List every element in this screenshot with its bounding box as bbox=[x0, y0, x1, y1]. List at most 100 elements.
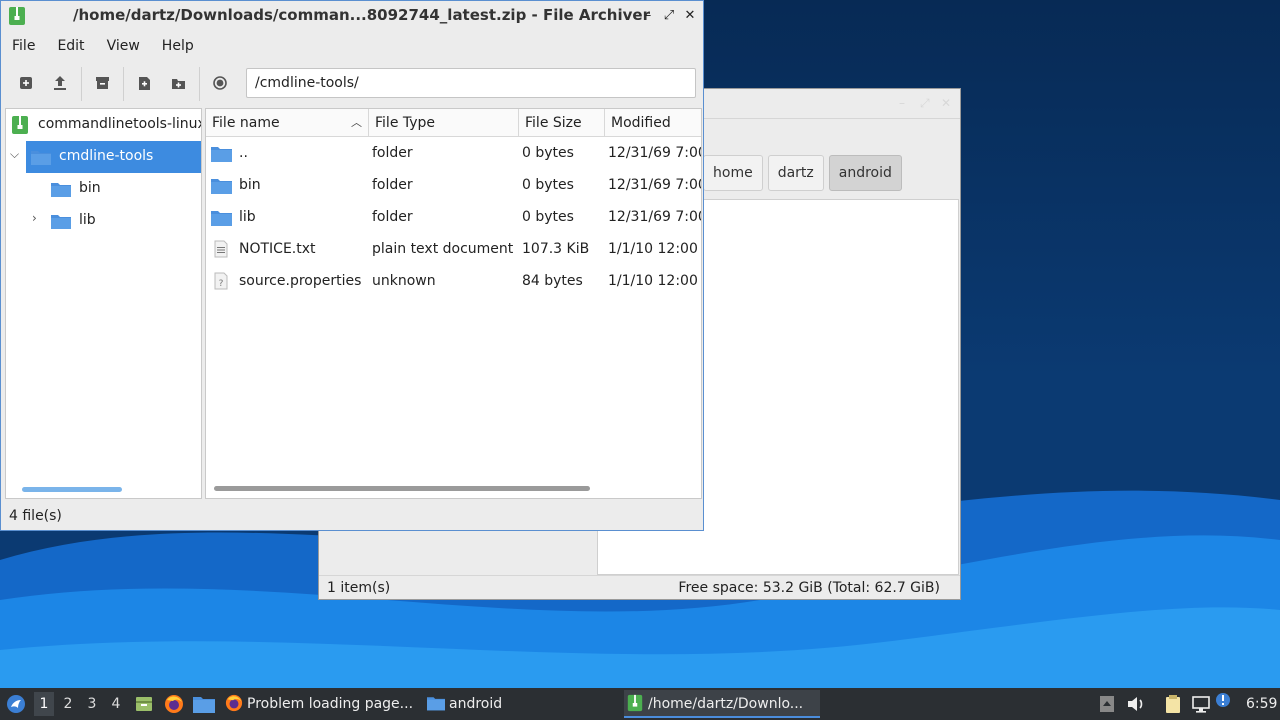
file-manager-statusbar: 1 item(s) Free space: 53.2 GiB (Total: 6… bbox=[319, 575, 960, 599]
table-row[interactable]: lib folder 0 bytes 12/31/69 7:00 bbox=[206, 202, 701, 234]
file-type: folder bbox=[372, 145, 413, 161]
add-folder-button[interactable] bbox=[166, 71, 190, 95]
stop-button[interactable] bbox=[208, 71, 232, 95]
maximize-icon[interactable]: ⤢ bbox=[661, 7, 677, 25]
tray-expand-icon[interactable] bbox=[1099, 695, 1115, 713]
add-file-icon bbox=[138, 76, 150, 90]
file-name: NOTICE.txt bbox=[239, 241, 316, 257]
path-button-android[interactable]: android bbox=[828, 155, 902, 191]
tree-horizontal-scrollbar[interactable] bbox=[22, 487, 122, 492]
maximize-icon[interactable]: ⤢ bbox=[920, 96, 934, 110]
column-header-name[interactable]: File name ︿ bbox=[206, 109, 369, 137]
minimize-icon[interactable]: – bbox=[899, 96, 913, 110]
folder-icon bbox=[211, 179, 232, 194]
file-type: folder bbox=[372, 177, 413, 193]
toolbar: /cmdline-tools/ bbox=[1, 63, 703, 103]
file-type: folder bbox=[372, 209, 413, 225]
task-android-folder[interactable]: android bbox=[425, 690, 615, 718]
archiver-titlebar[interactable]: /home/dartz/Downloads/comman...8092744_l… bbox=[1, 1, 703, 31]
clock[interactable]: 6:59 bbox=[1246, 688, 1277, 720]
workspace-1[interactable]: 1 bbox=[34, 692, 54, 716]
file-list-horizontal-scrollbar[interactable] bbox=[214, 486, 590, 491]
table-row[interactable]: bin folder 0 bytes 12/31/69 7:00 bbox=[206, 170, 701, 202]
clipboard-icon[interactable] bbox=[1163, 694, 1183, 714]
task-label: Problem loading page... bbox=[247, 696, 414, 712]
tree-item-root[interactable]: commandlinetools-linux bbox=[6, 109, 201, 141]
chevron-right-icon[interactable]: › bbox=[32, 211, 37, 225]
tree-item-label: lib bbox=[79, 212, 96, 228]
notification-icon[interactable] bbox=[1215, 692, 1231, 708]
file-modified: 12/31/69 7:00 bbox=[608, 209, 702, 225]
minimize-icon[interactable]: – bbox=[640, 7, 656, 25]
unknown-file-icon: ? bbox=[214, 272, 228, 290]
tree-item-label: bin bbox=[79, 180, 101, 196]
free-space: Free space: 53.2 GiB (Total: 62.7 GiB) bbox=[678, 580, 940, 596]
archive-manager-launcher-icon[interactable] bbox=[135, 695, 153, 713]
add-file-button[interactable] bbox=[132, 71, 156, 95]
menu-file[interactable]: File bbox=[1, 31, 46, 61]
workspace-2[interactable]: 2 bbox=[58, 692, 78, 716]
file-size: 0 bytes bbox=[522, 209, 574, 225]
file-modified: 12/31/69 7:00 bbox=[608, 177, 702, 193]
path-bar: home dartz android bbox=[703, 155, 902, 191]
file-size: 107.3 KiB bbox=[522, 241, 590, 257]
folder-icon bbox=[51, 215, 71, 229]
path-button-home[interactable]: home bbox=[703, 155, 763, 191]
archive-app-icon bbox=[9, 7, 25, 25]
file-name: source.properties bbox=[239, 273, 362, 289]
menu-help[interactable]: Help bbox=[151, 31, 205, 61]
tree-item-cmdline-tools[interactable]: ⌵ cmdline-tools bbox=[6, 141, 201, 173]
new-archive-icon bbox=[20, 77, 32, 89]
firefox-launcher-icon[interactable] bbox=[164, 694, 184, 714]
task-file-archiver[interactable]: /home/dartz/Downlo... bbox=[624, 690, 820, 718]
workspace-3[interactable]: 3 bbox=[82, 692, 102, 716]
volume-icon[interactable] bbox=[1126, 695, 1146, 713]
sort-up-icon: ︿ bbox=[351, 116, 362, 129]
file-archiver-window[interactable]: /home/dartz/Downloads/comman...8092744_l… bbox=[0, 0, 704, 531]
svg-text:?: ? bbox=[219, 279, 224, 289]
table-row[interactable]: ? source.properties unknown 84 bytes 1/1… bbox=[206, 266, 701, 298]
archive-icon bbox=[627, 694, 643, 712]
close-icon[interactable]: ✕ bbox=[682, 7, 698, 25]
file-manager-launcher-icon[interactable] bbox=[193, 695, 215, 713]
column-header-type[interactable]: File Type bbox=[369, 109, 519, 137]
table-row[interactable]: .. folder 0 bytes 12/31/69 7:00 bbox=[206, 138, 701, 170]
firefox-icon bbox=[225, 694, 243, 712]
workspace-4[interactable]: 4 bbox=[106, 692, 126, 716]
file-modified: 12/31/69 7:00 bbox=[608, 145, 702, 161]
file-name: .. bbox=[239, 145, 248, 161]
file-list[interactable]: File name ︿ File Type File Size Modified… bbox=[205, 108, 702, 499]
network-icon[interactable] bbox=[1191, 695, 1211, 713]
item-count: 1 item(s) bbox=[327, 580, 391, 596]
tree-item-label: cmdline-tools bbox=[59, 148, 154, 164]
text-file-icon bbox=[214, 240, 228, 258]
upload-icon bbox=[54, 76, 66, 90]
column-header-size[interactable]: File Size bbox=[519, 109, 605, 137]
task-label: /home/dartz/Downlo... bbox=[648, 696, 804, 712]
open-archive-button[interactable] bbox=[48, 71, 72, 95]
tree-item-lib[interactable]: › lib bbox=[6, 205, 201, 237]
file-modified: 1/1/10 12:00 A bbox=[608, 273, 702, 289]
close-icon[interactable]: ✕ bbox=[941, 96, 955, 110]
folder-tree[interactable]: commandlinetools-linux ⌵ cmdline-tools b… bbox=[5, 108, 202, 499]
task-firefox[interactable]: Problem loading page... bbox=[223, 690, 417, 718]
chevron-down-icon[interactable]: ⌵ bbox=[10, 147, 19, 162]
extract-button[interactable] bbox=[90, 71, 114, 95]
location-field[interactable]: /cmdline-tools/ bbox=[246, 68, 696, 98]
file-modified: 1/1/10 12:00 A bbox=[608, 241, 702, 257]
file-size: 84 bytes bbox=[522, 273, 583, 289]
path-button-dartz[interactable]: dartz bbox=[767, 155, 824, 191]
tree-item-bin[interactable]: bin bbox=[6, 173, 201, 205]
taskbar: 1 2 3 4 Problem loading page... android … bbox=[0, 688, 1280, 720]
menu-bar: File Edit View Help bbox=[1, 31, 703, 61]
window-title: /home/dartz/Downloads/comman...8092744_l… bbox=[73, 6, 650, 24]
column-header-modified[interactable]: Modified bbox=[605, 109, 701, 137]
new-archive-button[interactable] bbox=[14, 71, 38, 95]
start-menu-icon[interactable] bbox=[6, 694, 26, 714]
menu-view[interactable]: View bbox=[96, 31, 151, 61]
menu-edit[interactable]: Edit bbox=[46, 31, 95, 61]
file-type: unknown bbox=[372, 273, 436, 289]
file-size: 0 bytes bbox=[522, 177, 574, 193]
file-name: lib bbox=[239, 209, 256, 225]
table-row[interactable]: NOTICE.txt plain text document 107.3 KiB… bbox=[206, 234, 701, 266]
